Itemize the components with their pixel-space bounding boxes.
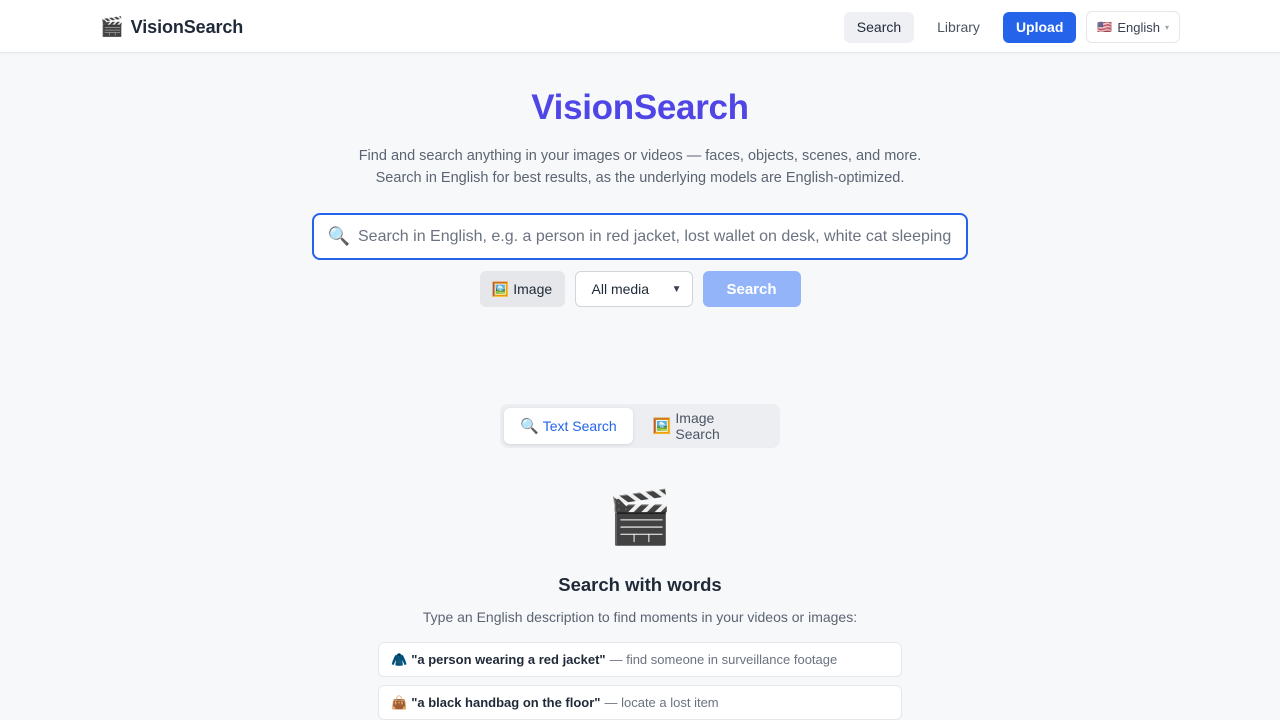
search-submit-button[interactable]: Search <box>702 271 801 307</box>
chevron-down-icon: ▾ <box>1164 22 1169 32</box>
search-input[interactable] <box>358 215 966 258</box>
image-icon: 🖼️ <box>652 418 672 435</box>
brand-name: VisionSearch <box>130 16 244 37</box>
empty-state-title: Search with words <box>558 574 722 595</box>
subtitle-line-2: Search in English for best results, as t… <box>375 170 905 186</box>
nav-search-link[interactable]: Search <box>843 11 915 43</box>
search-controls: 🖼️ Image All media ▼ Search <box>0 271 1280 307</box>
tab-label: Image Search <box>675 410 720 442</box>
example-query-text: "a person wearing a red jacket" <box>411 652 606 667</box>
example-query-note: — locate a lost item <box>604 695 719 710</box>
media-type-value: All media <box>591 281 650 297</box>
top-header: 🎬 VisionSearch Search Library Upload 🇺🇸 … <box>0 0 1280 53</box>
empty-state-description: Type an English description to find mome… <box>422 609 858 625</box>
subtitle-line-1: Find and search anything in your images … <box>358 148 922 164</box>
nav-library-link[interactable]: Library <box>924 12 993 43</box>
tab-label: Text Search <box>542 418 617 434</box>
search-icon: 🔍 <box>520 418 539 435</box>
example-query-item[interactable]: 👜 "a black handbag on the floor" — locat… <box>378 685 902 720</box>
clapper-board-icon: 🎬 <box>607 489 673 547</box>
language-label: English <box>1117 19 1160 35</box>
search-icon: 🔍 <box>327 226 351 246</box>
language-selector[interactable]: 🇺🇸 English ▾ <box>1086 11 1180 43</box>
example-query-item[interactable]: 🧥 "a person wearing a red jacket" — find… <box>378 642 902 677</box>
media-type-select[interactable]: All media ▼ <box>574 271 693 307</box>
example-query-text: "a black handbag on the floor" <box>411 695 601 710</box>
us-flag-icon: 🇺🇸 <box>1097 20 1113 34</box>
jacket-icon: 🧥 <box>391 651 408 667</box>
handbag-icon: 👜 <box>391 694 408 710</box>
chevron-down-icon: ▼ <box>671 283 682 295</box>
search-bar: 🔍 <box>312 213 968 260</box>
image-button-label: Image <box>513 281 553 297</box>
top-nav: Search Library Upload 🇺🇸 English ▾ <box>843 11 1180 43</box>
image-icon: 🖼️ <box>491 280 510 297</box>
example-query-note: — find someone in surveillance footage <box>609 652 838 667</box>
brand[interactable]: 🎬 VisionSearch <box>100 14 243 40</box>
tab-image-search[interactable]: 🖼️ Image Search <box>637 408 776 444</box>
image-upload-button[interactable]: 🖼️ Image <box>479 271 565 307</box>
clapper-board-icon: 🎬 <box>100 16 124 38</box>
search-mode-tabs: 🔍 Text Search 🖼️ Image Search <box>500 404 780 448</box>
page-subtitle: Find and search anything in your images … <box>0 145 1280 189</box>
page-title: VisionSearch <box>531 88 749 127</box>
upload-button[interactable]: Upload <box>1002 11 1077 43</box>
tab-text-search[interactable]: 🔍 Text Search <box>504 408 633 444</box>
